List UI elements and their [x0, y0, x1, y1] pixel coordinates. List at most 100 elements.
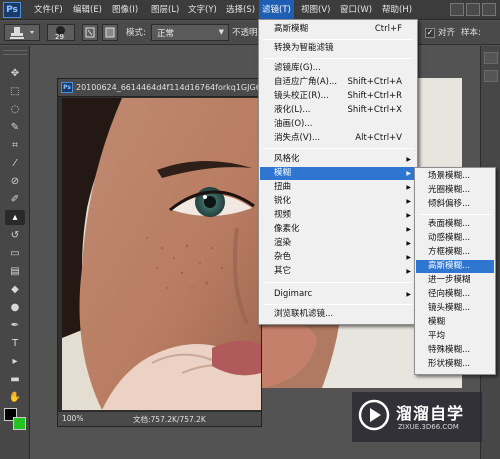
menu-image[interactable]: 图像(I) — [109, 0, 141, 20]
tools-grip[interactable] — [3, 50, 27, 55]
menu-item-last-filter[interactable]: 高斯模糊 Ctrl+F — [260, 23, 416, 36]
submenu-arrow-icon: ▶ — [406, 170, 411, 177]
menu-item-oil-paint[interactable]: 油画(O)... — [260, 118, 416, 131]
tools-panel: ✥ ⬚ ◌ ✎ ⌗ ⁄ ⊘ ✐ ▴ ↺ ▭ ▤ ◆ ● ✒ T ▸ ▬ ✋ — [0, 46, 30, 459]
menu-separator — [419, 214, 491, 215]
menu-item-distort[interactable]: 扭曲 ▶ — [260, 181, 416, 194]
submenu-item-radial-blur[interactable]: 径向模糊... — [416, 288, 494, 301]
menu-item-lens-correction[interactable]: 镜头校正(R)... Shift+Ctrl+R — [260, 90, 416, 103]
menu-item-adaptive-wide-angle[interactable]: 自适应广角(A)... Shift+Ctrl+A — [260, 76, 416, 89]
mode-select[interactable]: 正常 ▼ — [151, 24, 229, 41]
submenu-item-box-blur[interactable]: 方框模糊... — [416, 246, 494, 259]
marquee-tool-icon[interactable]: ⬚ — [5, 84, 25, 99]
menu-item-sharpen[interactable]: 锐化 ▶ — [260, 195, 416, 208]
brush-tool-icon[interactable]: ✐ — [5, 192, 25, 207]
photoshop-logo: Ps — [3, 2, 21, 18]
path-selection-tool-icon[interactable]: ▸ — [5, 354, 25, 369]
menu-item-video[interactable]: 视频 ▶ — [260, 209, 416, 222]
submenu-item-smart-blur[interactable]: 特殊模糊... — [416, 344, 494, 357]
dodge-tool-icon[interactable]: ● — [5, 300, 25, 315]
portrait-photo — [62, 98, 261, 410]
menu-separator — [263, 304, 413, 305]
mode-value: 正常 — [157, 29, 175, 39]
menu-item-browse-filters-online[interactable]: 浏览联机滤镜... — [260, 308, 416, 321]
background-color-swatch[interactable] — [13, 417, 26, 430]
maximize-button[interactable] — [466, 3, 480, 16]
dock-panel-button[interactable] — [484, 52, 498, 64]
quick-select-tool-icon[interactable]: ✎ — [5, 120, 25, 135]
opacity-label: 不透明 — [232, 28, 258, 38]
eraser-tool-icon[interactable]: ▭ — [5, 246, 25, 261]
brush-size-picker[interactable]: 29 — [47, 24, 75, 41]
move-tool-icon[interactable]: ✥ — [5, 66, 25, 81]
submenu-arrow-icon: ▶ — [406, 156, 411, 163]
menu-item-noise[interactable]: 杂色 ▶ — [260, 251, 416, 264]
menu-item-other[interactable]: 其它 ▶ — [260, 265, 416, 278]
brush-panel-toggle[interactable] — [82, 24, 98, 41]
submenu-item-field-blur[interactable]: 场景模糊... — [416, 170, 494, 183]
submenu-item-shape-blur[interactable]: 形状模糊... — [416, 358, 494, 371]
submenu-item-blur-more[interactable]: 进一步模糊 — [416, 274, 494, 287]
shape-tool-icon[interactable]: ▬ — [5, 372, 25, 387]
menu-item-blur[interactable]: 模糊 ▶ — [260, 167, 416, 180]
menu-item-convert-smart-filters[interactable]: 转换为智能滤镜 — [260, 42, 416, 55]
minimize-button[interactable] — [450, 3, 464, 16]
crop-tool-icon[interactable]: ⌗ — [5, 138, 25, 153]
menu-item-pixelate[interactable]: 像素化 ▶ — [260, 223, 416, 236]
tool-preset-picker[interactable] — [4, 24, 40, 41]
submenu-item-motion-blur[interactable]: 动感模糊... — [416, 232, 494, 245]
menu-window[interactable]: 窗口(W) — [337, 0, 375, 20]
submenu-item-surface-blur[interactable]: 表面模糊... — [416, 218, 494, 231]
document-window: Ps 20100624_6614464d4f114d16764forkq1GJG… — [57, 78, 271, 427]
clone-source-toggle[interactable] — [102, 24, 118, 41]
shortcut: Shift+Ctrl+A — [347, 77, 402, 87]
image-canvas[interactable] — [62, 98, 261, 410]
submenu-item-tilt-shift[interactable]: 倾斜偏移... — [416, 198, 494, 211]
menu-help[interactable]: 帮助(H) — [379, 0, 415, 20]
menu-item-stylize[interactable]: 风格化 ▶ — [260, 153, 416, 166]
submenu-item-lens-blur[interactable]: 镜头模糊... — [416, 302, 494, 315]
brush-panel-icon — [85, 27, 95, 38]
menu-separator — [263, 148, 413, 149]
hand-tool-icon[interactable]: ✋ — [5, 390, 25, 405]
menu-separator — [263, 39, 413, 40]
menu-select[interactable]: 选择(S) — [223, 0, 258, 20]
menu-item-digimarc[interactable]: Digimarc ▶ — [260, 288, 416, 301]
sample-label: 样本: — [461, 28, 481, 38]
lasso-tool-icon[interactable]: ◌ — [5, 102, 25, 117]
clone-stamp-icon — [10, 27, 34, 39]
shortcut: Shift+Ctrl+R — [347, 91, 402, 101]
menu-separator — [263, 58, 413, 59]
blur-tool-icon[interactable]: ◆ — [5, 282, 25, 297]
document-tab[interactable]: Ps 20100624_6614464d4f114d16764forkq1GJG… — [58, 79, 271, 97]
menu-type[interactable]: 文字(Y) — [185, 0, 220, 20]
menu-layer[interactable]: 图层(L) — [148, 0, 182, 20]
submenu-arrow-icon: ▶ — [406, 268, 411, 275]
menu-view[interactable]: 视图(V) — [298, 0, 333, 20]
document-title: 20100624_6614464d4f114d16764forkq1GJG6C0 — [76, 83, 272, 92]
submenu-item-blur[interactable]: 模糊 — [416, 316, 494, 329]
submenu-item-gaussian-blur[interactable]: 高斯模糊... — [416, 260, 494, 273]
submenu-item-average[interactable]: 平均 — [416, 330, 494, 343]
menu-item-filter-gallery[interactable]: 滤镜库(G)... — [260, 62, 416, 75]
eyedropper-tool-icon[interactable]: ⁄ — [5, 156, 25, 171]
filter-menu-dropdown: 高斯模糊 Ctrl+F 转换为智能滤镜 滤镜库(G)... 自适应广角(A)...… — [258, 19, 418, 325]
align-checkbox[interactable]: ✓ — [425, 28, 435, 38]
gradient-tool-icon[interactable]: ▤ — [5, 264, 25, 279]
zoom-level[interactable]: 100% — [62, 414, 83, 423]
close-button[interactable] — [482, 3, 496, 16]
history-brush-tool-icon[interactable]: ↺ — [5, 228, 25, 243]
menu-filter[interactable]: 滤镜(T) — [259, 0, 294, 20]
menu-item-liquify[interactable]: 液化(L)... Shift+Ctrl+X — [260, 104, 416, 117]
submenu-arrow-icon: ▶ — [406, 254, 411, 261]
healing-brush-tool-icon[interactable]: ⊘ — [5, 174, 25, 189]
type-tool-icon[interactable]: T — [5, 336, 25, 351]
clone-stamp-tool-icon[interactable]: ▴ — [5, 210, 25, 225]
menu-item-render[interactable]: 渲染 ▶ — [260, 237, 416, 250]
menu-file[interactable]: 文件(F) — [31, 0, 66, 20]
submenu-item-iris-blur[interactable]: 光圈模糊... — [416, 184, 494, 197]
menu-item-vanishing-point[interactable]: 消失点(V)... Alt+Ctrl+V — [260, 132, 416, 145]
menu-edit[interactable]: 编辑(E) — [70, 0, 105, 20]
dock-panel-button[interactable] — [484, 70, 498, 82]
pen-tool-icon[interactable]: ✒ — [5, 318, 25, 333]
